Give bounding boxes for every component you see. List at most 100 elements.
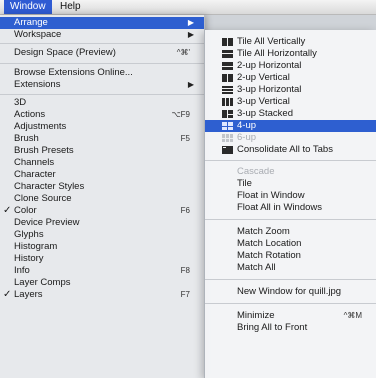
shortcut-label: F6 <box>180 206 190 215</box>
three-up-vertical-icon <box>222 98 233 106</box>
menu-item-new-window[interactable]: New Window for quill.jpg <box>205 286 376 298</box>
menu-item-device-preview[interactable]: Device Preview <box>0 217 204 229</box>
menu-item-2up-horizontal[interactable]: 2-up Horizontal <box>205 60 376 72</box>
menu-item-label: Cascade <box>237 166 275 177</box>
menu-item-3d[interactable]: 3D <box>0 97 204 109</box>
menu-item-3up-vertical[interactable]: 3-up Vertical <box>205 96 376 108</box>
checkmark-icon: ✓ <box>3 289 12 300</box>
menu-item-label: Arrange <box>14 17 48 28</box>
menu-item-label: New Window for quill.jpg <box>237 286 342 297</box>
consolidate-tabs-icon <box>222 146 233 154</box>
menu-item-label: Layers <box>14 289 43 300</box>
menu-item-adjustments[interactable]: Adjustments <box>0 121 204 133</box>
shortcut-label: F8 <box>180 266 190 275</box>
menu-item-workspace[interactable]: Workspace ▶ <box>0 29 204 41</box>
two-up-vertical-icon <box>222 74 233 82</box>
menu-item-match-zoom[interactable]: Match Zoom <box>205 226 376 238</box>
menu-item-label: Match Rotation <box>237 250 301 261</box>
menu-item-extensions[interactable]: Extensions ▶ <box>0 79 204 91</box>
menu-separator <box>205 160 376 161</box>
menu-item-label: Tile All Horizontally <box>237 48 317 59</box>
menu-item-history[interactable]: History <box>0 253 204 265</box>
menu-item-histogram[interactable]: Histogram <box>0 241 204 253</box>
menu-item-label: Device Preview <box>14 217 80 228</box>
window-menu: Arrange ▶ Workspace ▶ Design Space (Prev… <box>0 15 205 378</box>
menu-item-label: Workspace <box>14 29 62 40</box>
four-up-icon <box>222 122 233 130</box>
submenu-arrow-icon: ▶ <box>187 30 194 39</box>
menu-item-tile[interactable]: Tile <box>205 178 376 190</box>
menu-item-float-all-in-windows[interactable]: Float All in Windows <box>205 202 376 214</box>
menu-item-tile-all-vertically[interactable]: Tile All Vertically <box>205 36 376 48</box>
menu-separator <box>0 94 204 95</box>
two-up-horizontal-icon <box>222 62 233 70</box>
menu-item-design-space[interactable]: Design Space (Preview) ^⌘' <box>0 47 204 59</box>
menu-item-character[interactable]: Character <box>0 169 204 181</box>
three-up-horizontal-icon <box>222 86 233 94</box>
menu-item-minimize[interactable]: Minimize ^⌘M <box>205 310 376 322</box>
menu-separator <box>205 303 376 304</box>
menu-item-label: Glyphs <box>14 229 44 240</box>
menu-item-label: Brush Presets <box>14 145 74 156</box>
menu-item-match-all[interactable]: Match All <box>205 262 376 274</box>
menu-item-label: Match Location <box>237 238 302 249</box>
menu-item-label: Consolidate All to Tabs <box>237 144 333 155</box>
menu-item-layers[interactable]: ✓ Layers F7 <box>0 289 204 301</box>
menu-item-label: 2-up Vertical <box>237 72 290 83</box>
menu-item-layer-comps[interactable]: Layer Comps <box>0 277 204 289</box>
menu-bar: Window Help <box>0 0 376 15</box>
menu-item-label: Match All <box>237 262 276 273</box>
menu-separator <box>205 279 376 280</box>
menu-item-label: 3-up Vertical <box>237 96 290 107</box>
menu-item-browse-extensions[interactable]: Browse Extensions Online... <box>0 67 204 79</box>
menu-item-2up-vertical[interactable]: 2-up Vertical <box>205 72 376 84</box>
menu-item-float-in-window[interactable]: Float in Window <box>205 190 376 202</box>
menu-item-channels[interactable]: Channels <box>0 157 204 169</box>
menu-item-4up[interactable]: 4-up <box>205 120 376 132</box>
menu-item-label: 6-up <box>237 132 257 143</box>
menu-item-6up[interactable]: 6-up <box>205 132 376 144</box>
menu-item-label: Character <box>14 169 56 180</box>
menu-item-label: Browse Extensions Online... <box>14 67 133 78</box>
menu-item-label: Tile All Vertically <box>237 36 306 47</box>
menu-item-label: Float All in Windows <box>237 202 323 213</box>
shortcut-label: F5 <box>180 134 190 143</box>
menu-item-clone-source[interactable]: Clone Source <box>0 193 204 205</box>
menu-item-arrange[interactable]: Arrange ▶ <box>0 17 204 29</box>
menu-window[interactable]: Window <box>4 0 52 14</box>
shortcut-label: ⌥F9 <box>171 110 190 119</box>
menu-item-label: Adjustments <box>14 121 67 132</box>
tile-horizontal-icon <box>222 50 233 58</box>
menu-separator <box>0 63 204 64</box>
arrange-submenu: Tile All Vertically Tile All Horizontall… <box>204 30 376 378</box>
menu-item-brush[interactable]: Brush F5 <box>0 133 204 145</box>
menu-item-label: 2-up Horizontal <box>237 60 302 71</box>
menu-item-label: Info <box>14 265 30 276</box>
menu-help[interactable]: Help <box>54 0 87 14</box>
menu-item-actions[interactable]: Actions ⌥F9 <box>0 109 204 121</box>
menu-item-label: History <box>14 253 44 264</box>
menu-item-color[interactable]: ✓ Color F6 <box>0 205 204 217</box>
menu-item-3up-stacked[interactable]: 3-up Stacked <box>205 108 376 120</box>
three-up-stacked-icon <box>222 110 233 118</box>
shortcut-label: ^⌘M <box>343 311 362 320</box>
menu-item-label: Color <box>14 205 37 216</box>
menu-item-consolidate-tabs[interactable]: Consolidate All to Tabs <box>205 144 376 156</box>
menu-separator <box>205 219 376 220</box>
menu-item-cascade[interactable]: Cascade <box>205 166 376 178</box>
menu-item-character-styles[interactable]: Character Styles <box>0 181 204 193</box>
menu-item-bring-all-to-front[interactable]: Bring All to Front <box>205 322 376 334</box>
menu-item-label: Bring All to Front <box>237 322 308 333</box>
menu-item-match-location[interactable]: Match Location <box>205 238 376 250</box>
menu-item-brush-presets[interactable]: Brush Presets <box>0 145 204 157</box>
shortcut-label: F7 <box>180 290 190 299</box>
menu-item-match-rotation[interactable]: Match Rotation <box>205 250 376 262</box>
shortcut-label: ^⌘' <box>176 48 190 57</box>
menu-item-3up-horizontal[interactable]: 3-up Horizontal <box>205 84 376 96</box>
menu-separator <box>0 43 204 44</box>
menu-item-glyphs[interactable]: Glyphs <box>0 229 204 241</box>
menu-item-info[interactable]: Info F8 <box>0 265 204 277</box>
menu-item-tile-all-horizontally[interactable]: Tile All Horizontally <box>205 48 376 60</box>
menu-item-label: 3-up Stacked <box>237 108 293 119</box>
six-up-icon <box>222 134 233 142</box>
